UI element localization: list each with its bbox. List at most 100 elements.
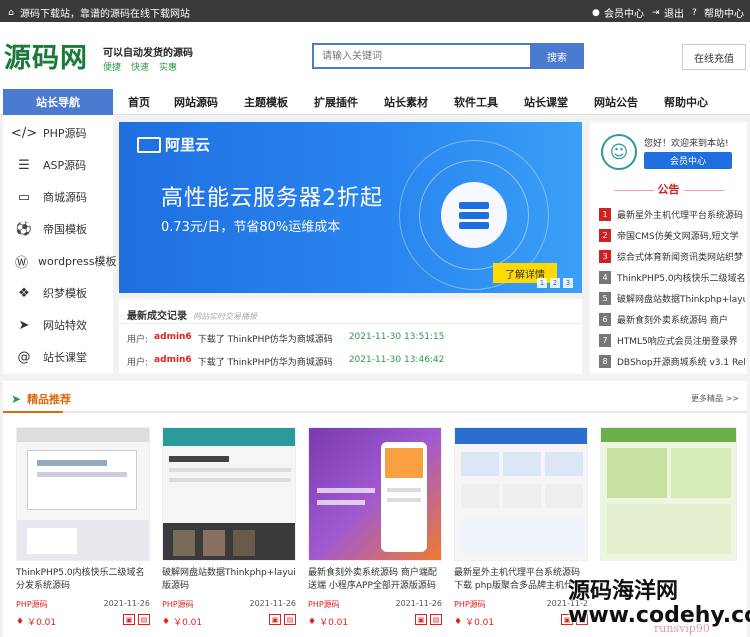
sidebar-item-asp[interactable]: ☰ ASP源码 <box>3 149 113 181</box>
product-card[interactable]: ThinkPHP5.0内核快乐二级域名分发系统源码 PHP源码 2021-11-… <box>16 427 150 633</box>
sidebar-item-classroom[interactable]: @ 站长课堂 <box>3 341 113 373</box>
recharge-button[interactable]: 在线充值 <box>682 44 746 70</box>
product-actions: ▣ ▤ <box>123 614 150 625</box>
sidebar-item-php[interactable]: </> PHP源码 <box>3 117 113 149</box>
promo-banner[interactable]: 阿里云 高性能云服务器2折起 0.73元/日，节省80%运维成本 了解详情 1 … <box>119 122 582 293</box>
ball-icon: ⚽ <box>15 221 33 237</box>
transaction-desc[interactable]: 下载了 ThinkPHP仿华为商城源码 <box>198 332 333 345</box>
product-card[interactable]: 最新食刻外卖系统源码 商户端配送端 小程序APP全部开源版源码 PHP源码 20… <box>308 427 442 633</box>
server-icon <box>441 182 507 248</box>
nav-item-announcements[interactable]: 网站公告 <box>581 88 651 115</box>
favorite-icon[interactable]: ▤ <box>430 614 442 625</box>
product-thumbnail[interactable] <box>308 427 442 561</box>
transaction-row: 用户: admin6 下载了 ThinkPHP仿华为商城源码 2021-11-3… <box>127 355 444 368</box>
news-item[interactable]: 3 综合式体育新闻资讯类网站织梦 <box>599 247 745 265</box>
nav-item-plugins[interactable]: 扩展插件 <box>301 88 371 115</box>
recent-title: 最新成交记录 <box>127 311 187 322</box>
product-thumbnail[interactable] <box>16 427 150 561</box>
watermark-line: 源码海洋网 <box>568 579 679 604</box>
diamond-icon: ♦ <box>16 616 25 627</box>
nav-item-classroom[interactable]: 站长课堂 <box>511 88 581 115</box>
welcome-text: 源码下载站，靠谱的源码在线下载网站 <box>20 9 190 20</box>
site-logo[interactable]: 源码网 <box>4 36 88 75</box>
product-title[interactable]: 最新食刻外卖系统源码 商户端配送端 小程序APP全部开源版源码 <box>308 567 442 593</box>
sidebar-item-mall[interactable]: ▭ 商城源码 <box>3 181 113 213</box>
sidebar-item-effects[interactable]: ➤ 网站特效 <box>3 309 113 341</box>
rank-badge: 4 <box>599 270 611 284</box>
favorite-icon[interactable]: ▤ <box>138 614 150 625</box>
news-item[interactable]: 5 破解网盘站数据Thinkphp+layu <box>599 289 745 307</box>
recent-subtitle: 网站实时交易播报 <box>193 312 257 321</box>
user-name[interactable]: admin6 <box>154 332 192 345</box>
divider <box>119 323 582 324</box>
user-icon: ● <box>592 7 600 18</box>
news-item[interactable]: 8 DBShop开源商城系统 v3.1 Rel <box>599 352 745 370</box>
cart-icon[interactable]: ▣ <box>269 614 281 625</box>
monitor-icon: ▭ <box>17 189 31 205</box>
member-center-button[interactable]: 会员中心 <box>644 152 732 169</box>
news-title: 最新星外主机代理平台系统源码 <box>617 210 744 221</box>
banner-page-dot[interactable]: 3 <box>563 278 573 288</box>
price-value: ￥0.01 <box>27 618 57 628</box>
slogan-tags: 便捷 快速 实惠 <box>103 60 193 73</box>
top-bar: ⌂ 源码下载站，靠谱的源码在线下载网站 ● 会员中心 ⇥ 退出 ? 帮助中心 <box>0 0 750 22</box>
divider <box>3 411 747 413</box>
cart-icon[interactable]: ▣ <box>415 614 427 625</box>
news-item[interactable]: 1 最新星外主机代理平台系统源码 <box>599 205 745 223</box>
search-input[interactable] <box>312 43 530 69</box>
nav-item-tools[interactable]: 软件工具 <box>441 88 511 115</box>
product-price: ♦ ￥0.01 <box>454 615 494 629</box>
cart-icon[interactable]: ▣ <box>123 614 135 625</box>
nav-item-source[interactable]: 网站源码 <box>161 88 231 115</box>
watermark-tag: runsvip90 <box>654 622 710 635</box>
favorite-icon[interactable]: ▤ <box>284 614 296 625</box>
logout-label: 退出 <box>664 9 684 20</box>
recent-header: 最新成交记录 网站实时交易播报 <box>127 307 257 322</box>
product-category[interactable]: PHP源码 <box>308 599 340 610</box>
news-item[interactable]: 6 最新食刻外卖系统源码 商户 <box>599 310 745 328</box>
product-title[interactable]: ThinkPHP5.0内核快乐二级域名分发系统源码 <box>16 567 150 593</box>
product-thumbnail[interactable] <box>454 427 588 561</box>
sidebar-item-empire[interactable]: ⚽ 帝国模板 <box>3 213 113 245</box>
nav-item-themes[interactable]: 主题模板 <box>231 88 301 115</box>
sidebar-item-wordpress[interactable]: Ⓦwordpress模板 <box>3 245 117 277</box>
product-category[interactable]: PHP源码 <box>454 599 486 610</box>
product-date: 2021-11-26 <box>249 599 297 608</box>
product-category[interactable]: PHP源码 <box>162 599 194 610</box>
banner-page-dot[interactable]: 1 <box>537 278 547 288</box>
product-thumbnail[interactable] <box>600 427 737 561</box>
news-item[interactable]: 7 HTML5响应式会员注册登录界 <box>599 331 745 349</box>
news-title: 最新食刻外卖系统源码 商户 <box>617 315 728 326</box>
member-center-link[interactable]: ● 会员中心 <box>592 5 644 21</box>
avatar: ☺ <box>601 134 637 170</box>
product-price: ♦ ￥0.01 <box>162 615 202 629</box>
product-thumbnail[interactable] <box>162 427 296 561</box>
nav-item-home[interactable]: 首页 <box>117 88 161 115</box>
product-title[interactable]: 破解网盘站数据Thinkphp+layui版源码 <box>162 567 296 593</box>
user-name[interactable]: admin6 <box>154 355 192 368</box>
at-icon: @ <box>17 349 31 365</box>
product-category[interactable]: PHP源码 <box>16 599 48 610</box>
news-title: HTML5响应式会员注册登录界 <box>617 336 738 347</box>
nav-items: 首页 网站源码 主题模板 扩展插件 站长素材 软件工具 站长课堂 网站公告 帮助… <box>117 88 721 115</box>
news-item[interactable]: 4 ThinkPHP5.0内核快乐二级域名 <box>599 268 745 286</box>
slogan-tag: 实惠 <box>159 63 178 73</box>
search-button[interactable]: 搜索 <box>530 43 584 69</box>
slogan-main: 可以自动发货的源码 <box>103 48 193 59</box>
logout-link[interactable]: ⇥ 退出 <box>652 5 684 21</box>
more-picks-link[interactable]: 更多精品 >> <box>691 393 739 404</box>
nav-item-help[interactable]: 帮助中心 <box>651 88 721 115</box>
code-icon: </> <box>10 125 38 141</box>
product-card[interactable]: 破解网盘站数据Thinkphp+layui版源码 PHP源码 2021-11-2… <box>162 427 296 633</box>
nav-item-materials[interactable]: 站长素材 <box>371 88 441 115</box>
help-link[interactable]: ? 帮助中心 <box>692 5 744 21</box>
nav-site-directory[interactable]: 站长导航 <box>3 89 113 115</box>
sidebar-item-dede[interactable]: ❖ 织梦模板 <box>3 277 113 309</box>
banner-brand: 阿里云 <box>137 134 210 155</box>
banner-page-dot[interactable]: 2 <box>550 278 560 288</box>
cubes-icon: ❖ <box>18 285 30 301</box>
news-item[interactable]: 2 帝国CMS仿美文网源码,短文学 <box>599 226 745 244</box>
transaction-desc[interactable]: 下载了 ThinkPHP仿华为商城源码 <box>198 355 333 368</box>
category-sidebar: </> PHP源码 ☰ ASP源码 ▭ 商城源码 ⚽ 帝国模板 Ⓦwordpress模板… <box>3 115 117 374</box>
sidebar-item-label: 网站特效 <box>43 319 87 332</box>
